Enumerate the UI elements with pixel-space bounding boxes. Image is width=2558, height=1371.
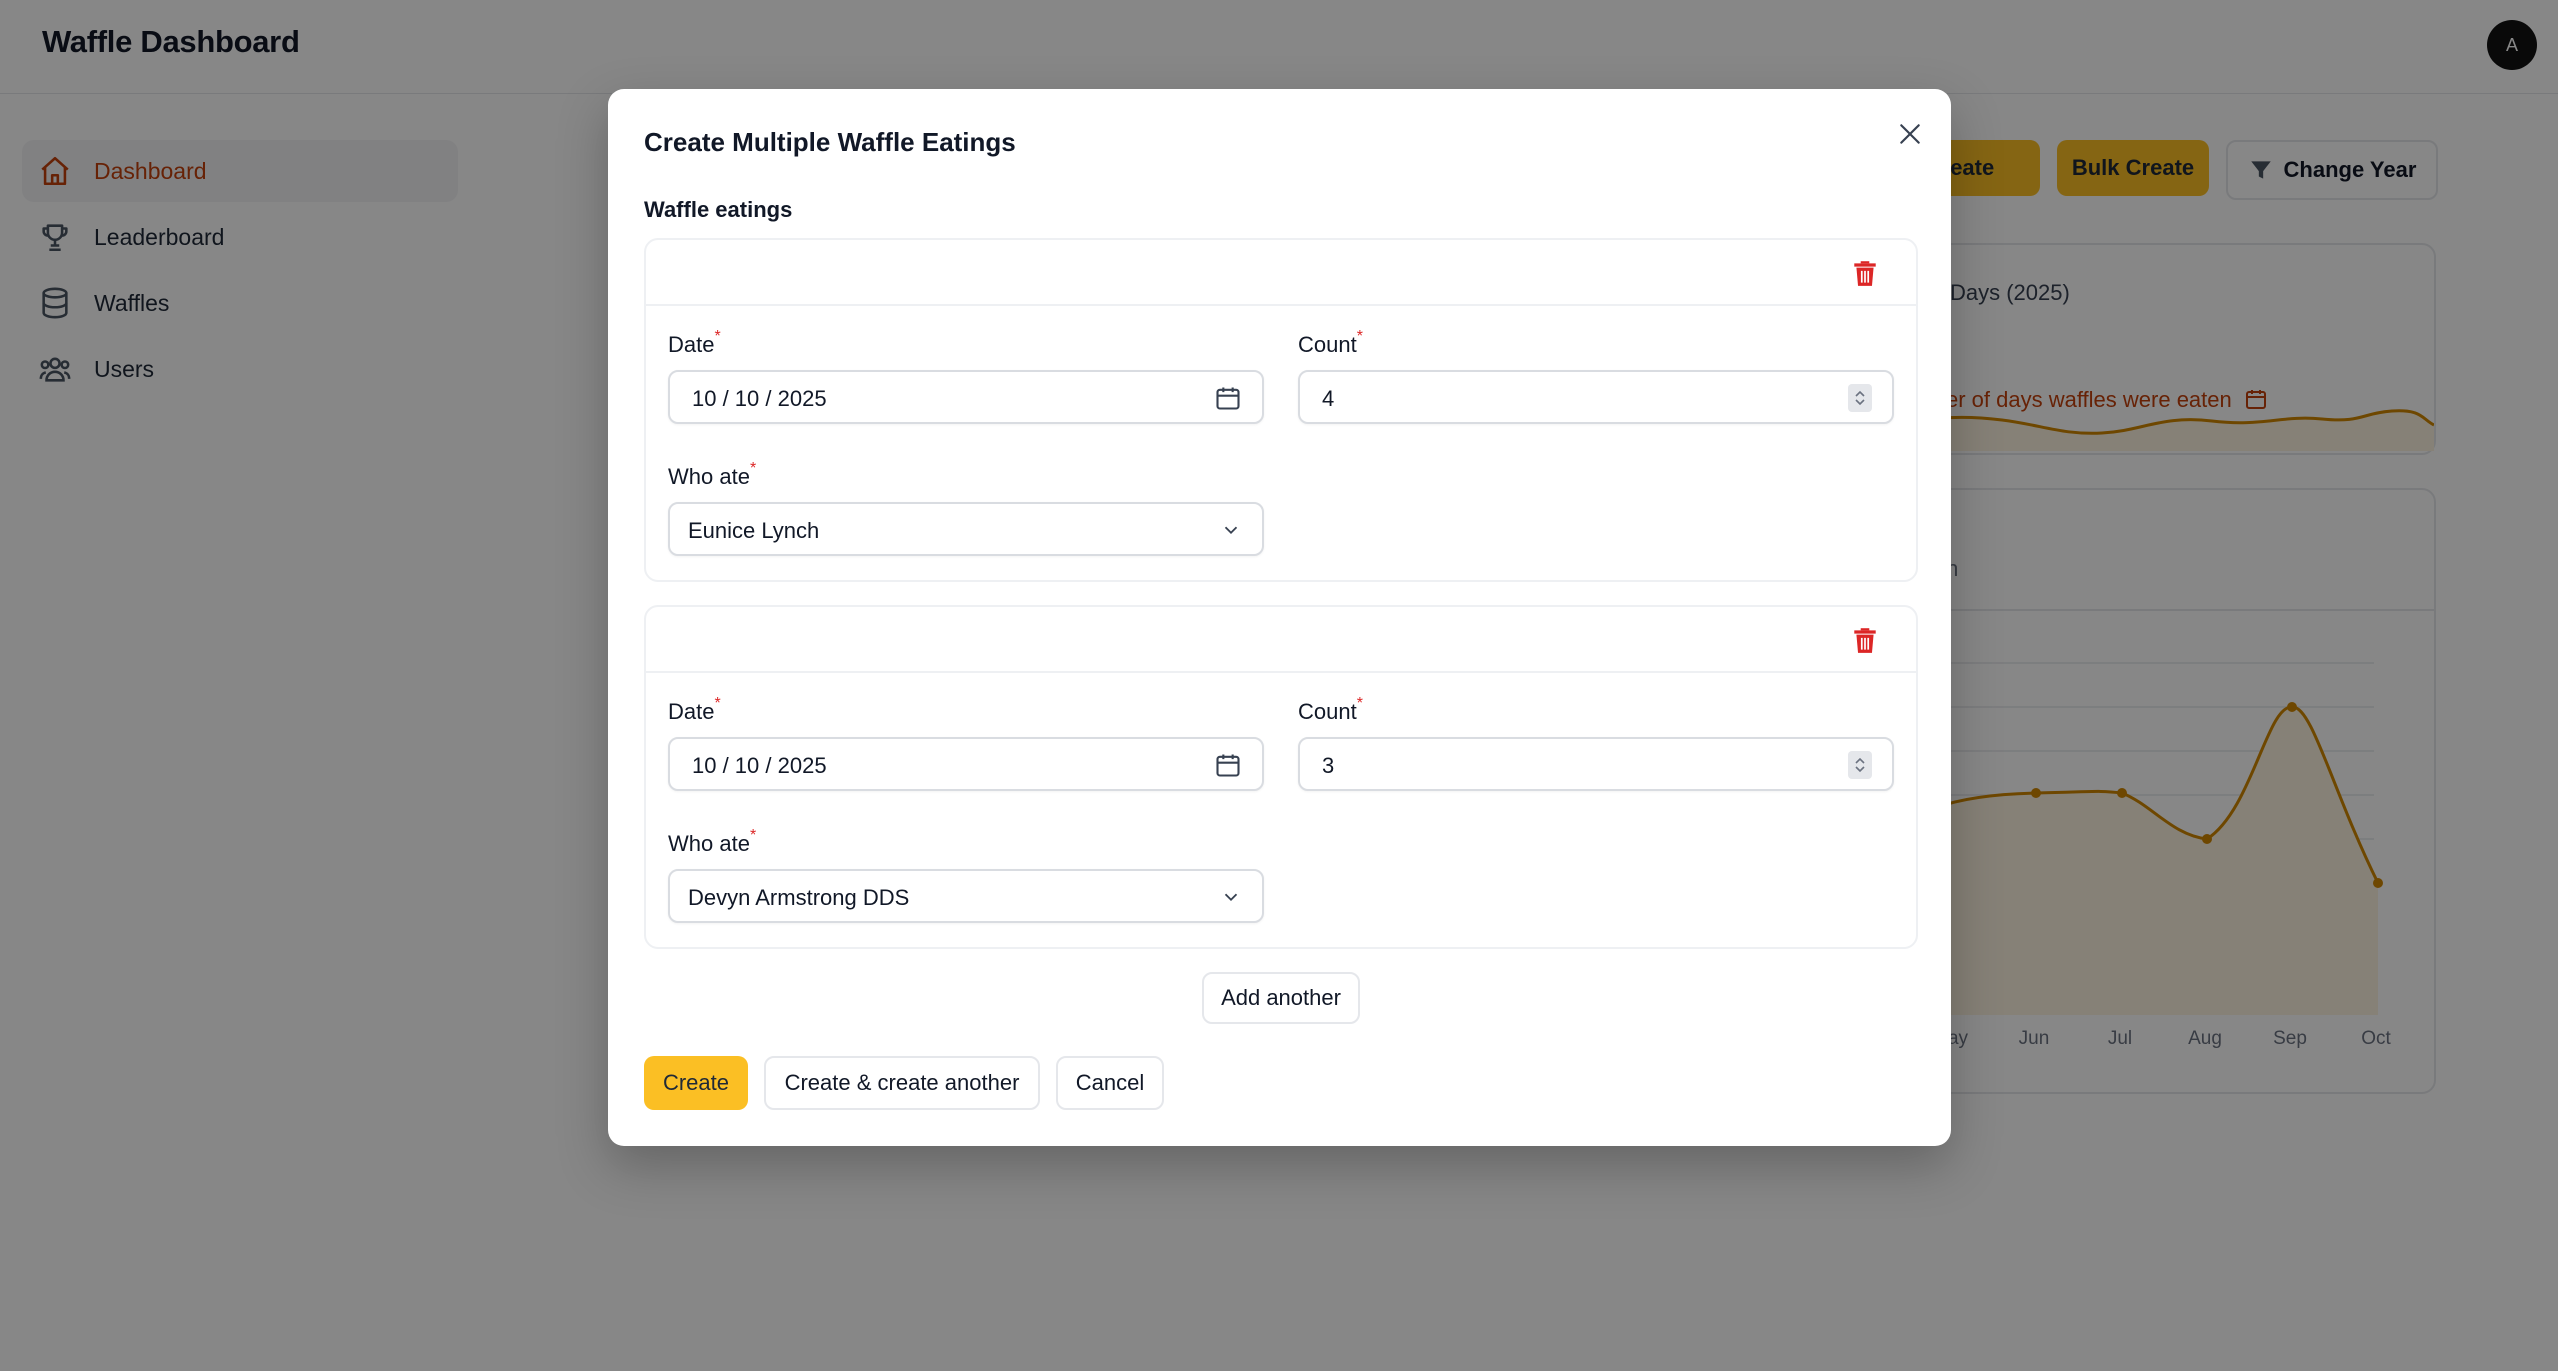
- date-value: 10 / 10 / 2025: [692, 753, 827, 778]
- required-marker: *: [749, 460, 757, 477]
- cancel-button[interactable]: Cancel: [1056, 1056, 1164, 1110]
- required-marker: *: [1356, 328, 1363, 345]
- dialog-title: Create Multiple Waffle Eatings: [644, 127, 1016, 157]
- chevron-down-icon: [1224, 526, 1238, 535]
- date-label: Date*: [668, 695, 721, 725]
- who-ate-label-text: Who ate: [668, 831, 750, 856]
- trash-icon: [1854, 628, 1876, 653]
- count-value: 3: [1322, 753, 1335, 778]
- required-marker: *: [714, 328, 721, 345]
- close-button[interactable]: [1890, 114, 1930, 154]
- delete-entry-button[interactable]: [1846, 254, 1884, 292]
- date-label: Date*: [668, 328, 721, 358]
- date-label-text: Date: [668, 699, 715, 724]
- close-icon: [1900, 124, 1920, 144]
- calendar-icon[interactable]: [1214, 751, 1242, 779]
- count-input[interactable]: 3: [1298, 737, 1894, 791]
- who-ate-select[interactable]: Eunice Lynch: [668, 502, 1264, 556]
- who-ate-label: Who ate*: [668, 827, 756, 857]
- date-value: 10 / 10 / 2025: [692, 386, 827, 411]
- entry-header: [646, 607, 1916, 673]
- who-ate-select[interactable]: Devyn Armstrong DDS: [668, 869, 1264, 923]
- chevron-down-icon: [1855, 766, 1865, 773]
- chevron-up-icon: [1855, 390, 1865, 397]
- create-multiple-dialog: Create Multiple Waffle Eatings Waffle ea…: [608, 89, 1951, 1146]
- eating-entry: Date* 10 / 10 / 2025 Count* 3 Who ate* D…: [644, 605, 1918, 949]
- date-input[interactable]: 10 / 10 / 2025: [668, 370, 1264, 424]
- count-stepper[interactable]: [1848, 384, 1872, 412]
- section-label: Waffle eatings: [644, 197, 793, 222]
- create-submit-button[interactable]: Create: [644, 1056, 748, 1110]
- required-marker: *: [714, 695, 721, 712]
- eating-entry: Date* 10 / 10 / 2025 Count* 4 Who ate* E…: [644, 238, 1918, 582]
- who-ate-value: Devyn Armstrong DDS: [688, 885, 910, 910]
- create-and-another-button[interactable]: Create & create another: [764, 1056, 1040, 1110]
- count-value: 4: [1322, 386, 1335, 411]
- count-label-text: Count: [1298, 699, 1357, 724]
- date-label-text: Date: [668, 332, 715, 357]
- who-ate-label-text: Who ate: [668, 464, 750, 489]
- entry-header: [646, 240, 1916, 306]
- count-label-text: Count: [1298, 332, 1357, 357]
- who-ate-label: Who ate*: [668, 460, 756, 490]
- count-input[interactable]: 4: [1298, 370, 1894, 424]
- chevron-down-icon: [1224, 893, 1238, 902]
- delete-entry-button[interactable]: [1846, 621, 1884, 659]
- trash-icon: [1854, 261, 1876, 286]
- calendar-icon[interactable]: [1214, 384, 1242, 412]
- count-stepper[interactable]: [1848, 751, 1872, 779]
- count-label: Count*: [1298, 695, 1363, 725]
- required-marker: *: [1356, 695, 1363, 712]
- chevron-down-icon: [1855, 399, 1865, 406]
- add-another-button[interactable]: Add another: [1202, 972, 1360, 1024]
- date-input[interactable]: 10 / 10 / 2025: [668, 737, 1264, 791]
- required-marker: *: [749, 827, 757, 844]
- count-label: Count*: [1298, 328, 1363, 358]
- who-ate-value: Eunice Lynch: [688, 518, 820, 543]
- chevron-up-icon: [1855, 757, 1865, 764]
